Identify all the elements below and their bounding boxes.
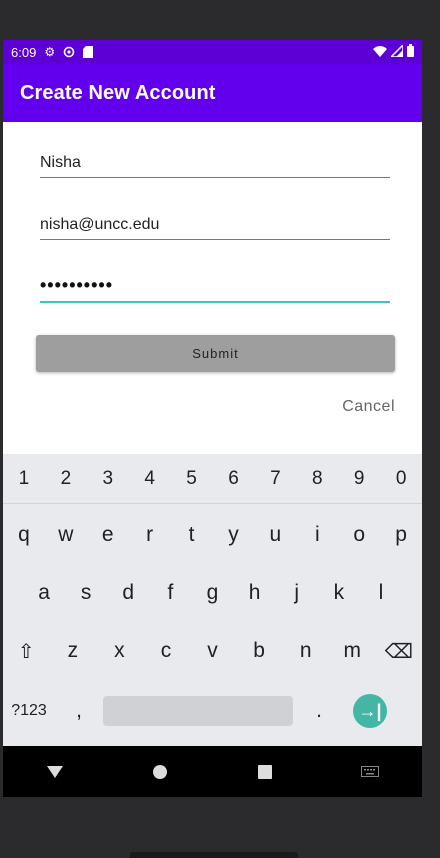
soft-keyboard: 1 2 3 4 5 6 7 8 9 0 q w e r t y u i o p … — [3, 454, 422, 746]
key-v[interactable]: v — [189, 626, 236, 676]
period-key[interactable]: . — [293, 686, 345, 736]
key-a[interactable]: a — [23, 568, 65, 618]
keyboard-row-zxcv: ⇧ z x c v b n m ⌫ — [3, 626, 422, 676]
key-d[interactable]: d — [107, 568, 149, 618]
key-y[interactable]: y — [213, 510, 255, 560]
page-title: Create New Account — [20, 81, 216, 104]
keyboard-icon — [360, 766, 379, 777]
backspace-key-icon[interactable]: ⌫ — [376, 626, 423, 676]
key-q[interactable]: q — [3, 510, 45, 560]
key-w[interactable]: w — [45, 510, 87, 560]
key-o[interactable]: o — [338, 510, 380, 560]
key-4[interactable]: 4 — [129, 454, 171, 503]
status-time: 6:09 — [11, 44, 37, 60]
key-z[interactable]: z — [50, 626, 97, 676]
name-field[interactable]: Nisha — [40, 138, 390, 178]
key-3[interactable]: 3 — [87, 454, 129, 503]
key-8[interactable]: 8 — [296, 454, 338, 503]
nav-home-button[interactable] — [108, 764, 213, 779]
key-9[interactable]: 9 — [338, 454, 380, 503]
password-field[interactable]: •••••••••• — [40, 263, 390, 303]
key-p[interactable]: p — [380, 510, 422, 560]
key-5[interactable]: 5 — [171, 454, 213, 503]
key-c[interactable]: c — [143, 626, 190, 676]
keyboard-switch-button[interactable] — [317, 766, 422, 777]
at-icon — [63, 46, 75, 58]
device-speaker — [130, 852, 298, 858]
key-e[interactable]: e — [87, 510, 129, 560]
key-0[interactable]: 0 — [380, 454, 422, 503]
keyboard-row-asdf: a s d f g h j k l — [3, 568, 422, 618]
home-circle-icon — [153, 764, 168, 779]
key-x[interactable]: x — [96, 626, 143, 676]
key-k[interactable]: k — [318, 568, 360, 618]
key-f[interactable]: f — [149, 568, 191, 618]
back-triangle-icon — [47, 765, 64, 778]
key-i[interactable]: i — [296, 510, 338, 560]
key-m[interactable]: m — [329, 626, 376, 676]
name-field-value: Nisha — [40, 154, 81, 171]
key-r[interactable]: r — [129, 510, 171, 560]
password-field-value: •••••••••• — [40, 275, 114, 295]
comma-key[interactable]: , — [55, 686, 103, 736]
shift-key-icon[interactable]: ⇧ — [3, 626, 50, 676]
battery-icon — [407, 44, 414, 60]
phone-screen: 6:09 ⚙ Create New Account Nisha nisha@un… — [3, 40, 422, 797]
space-key[interactable] — [103, 696, 293, 726]
nav-back-button[interactable] — [3, 765, 108, 778]
submit-button[interactable]: Submit — [36, 335, 395, 372]
key-h[interactable]: h — [234, 568, 276, 618]
email-field-value: nisha@uncc.edu — [40, 216, 160, 233]
enter-key[interactable]: →| — [345, 686, 395, 736]
key-j[interactable]: j — [276, 568, 318, 618]
gear-icon: ⚙ — [44, 45, 56, 59]
keyboard-number-row: 1 2 3 4 5 6 7 8 9 0 — [3, 454, 422, 504]
key-b[interactable]: b — [236, 626, 283, 676]
wifi-icon — [373, 45, 387, 60]
signal-icon — [389, 42, 404, 60]
key-s[interactable]: s — [65, 568, 107, 618]
symbols-key[interactable]: ?123 — [3, 686, 55, 736]
key-l[interactable]: l — [360, 568, 402, 618]
key-n[interactable]: n — [282, 626, 329, 676]
cancel-button[interactable]: Cancel — [342, 398, 395, 416]
key-t[interactable]: t — [171, 510, 213, 560]
keyboard-row-qwerty: q w e r t y u i o p — [3, 510, 422, 560]
nav-recents-button[interactable] — [213, 764, 318, 779]
key-u[interactable]: u — [254, 510, 296, 560]
navigation-bar — [3, 746, 422, 797]
key-7[interactable]: 7 — [254, 454, 296, 503]
keyboard-bottom-row: ?123 , . →| — [3, 686, 422, 736]
key-6[interactable]: 6 — [213, 454, 255, 503]
next-arrow-icon: →| — [353, 694, 387, 728]
submit-button-label: Submit — [192, 346, 239, 361]
sd-card-icon — [83, 46, 94, 58]
email-field[interactable]: nisha@uncc.edu — [40, 200, 390, 240]
app-bar: Create New Account — [3, 64, 422, 122]
status-bar: 6:09 ⚙ — [3, 40, 422, 64]
key-2[interactable]: 2 — [45, 454, 87, 503]
recents-square-icon — [257, 764, 272, 779]
key-1[interactable]: 1 — [3, 454, 45, 503]
key-g[interactable]: g — [191, 568, 233, 618]
